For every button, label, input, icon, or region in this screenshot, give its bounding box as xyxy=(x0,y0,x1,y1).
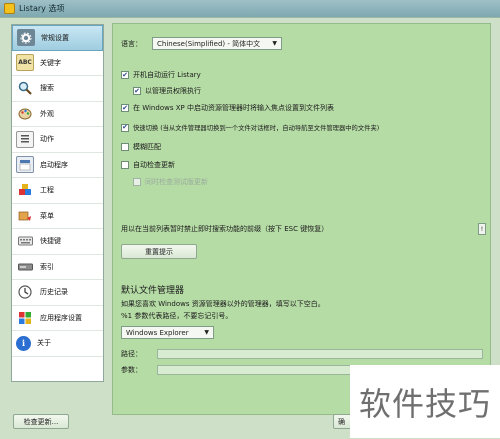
autostart-checkbox[interactable]: ✔ xyxy=(121,71,129,79)
sidebar-item-appearance[interactable]: 外观 xyxy=(12,102,103,127)
path-label: 路径： xyxy=(121,350,142,358)
fuzzy-match-checkbox[interactable] xyxy=(121,143,129,151)
file-manager-select-value: Windows Explorer xyxy=(126,328,189,337)
sidebar-item-label: 动作 xyxy=(40,135,54,144)
palette-icon xyxy=(16,105,34,122)
window-title: Listary 选项 xyxy=(19,4,65,13)
title-bar: Listary 选项 xyxy=(0,0,500,17)
sidebar-item-label: 关键字 xyxy=(40,58,61,67)
actions-icon xyxy=(16,130,34,148)
sidebar-item-keywords[interactable]: ABC 关键字 xyxy=(12,51,103,76)
run-as-admin-label: 以管理员权限执行 xyxy=(145,87,201,95)
sidebar-item-label: 工程 xyxy=(40,186,54,195)
sidebar-item-app-settings[interactable]: 应用程序设置 xyxy=(12,306,103,331)
abc-icon: ABC xyxy=(16,54,34,72)
file-manager-desc-1: 如果您喜欢 Windows 资源管理器以外的管理器，填写以下空白。 xyxy=(121,300,325,308)
fuzzy-match-label: 模糊匹配 xyxy=(133,143,161,151)
xp-focus-checkbox[interactable]: ✔ xyxy=(121,104,129,112)
sidebar-item-index[interactable]: 索引 xyxy=(12,255,103,280)
params-label: 参数： xyxy=(121,366,142,374)
chevron-down-icon: ▼ xyxy=(204,329,209,336)
beta-update-label: 同时检查测试版更新 xyxy=(145,178,208,186)
launcher-icon xyxy=(16,156,34,174)
reset-tips-button[interactable]: 重置提示 xyxy=(121,244,197,259)
sidebar-item-label: 历史记录 xyxy=(40,288,68,297)
language-value: Chinese(Simplified) - 简体中文 xyxy=(157,39,261,48)
sidebar-item-history[interactable]: 历史记录 xyxy=(12,280,103,306)
check-updates-button[interactable]: 检查更新... xyxy=(13,414,69,429)
keyboard-icon xyxy=(16,233,34,250)
auto-update-label: 自动检查更新 xyxy=(133,161,175,169)
sidebar-item-actions[interactable]: 动作 xyxy=(12,127,103,153)
blocks-icon xyxy=(16,182,34,199)
abc-icon-text: ABC xyxy=(18,59,32,67)
sidebar-item-projects[interactable]: 工程 xyxy=(12,178,103,204)
language-label: 语言： xyxy=(121,39,142,48)
sidebar-item-launcher[interactable]: 启动程序 xyxy=(12,153,103,178)
app-settings-icon xyxy=(16,309,34,326)
sidebar-item-menu[interactable]: 菜单 xyxy=(12,204,103,229)
chevron-down-icon: ▼ xyxy=(272,40,277,47)
run-as-admin-checkbox[interactable]: ✔ xyxy=(133,87,141,95)
path-input[interactable] xyxy=(157,349,483,359)
file-manager-section-title: 默认文件管理器 xyxy=(121,286,185,296)
quick-switch-checkbox[interactable]: ✔ xyxy=(121,123,129,132)
sidebar-item-label: 菜单 xyxy=(40,211,54,220)
disable-prefix-hint: 用以在当前列表暂时禁止即时搜索功能的前缀（按下 ESC 键恢复） xyxy=(121,225,329,233)
sidebar-item-label: 启动程序 xyxy=(40,160,68,169)
history-icon xyxy=(16,284,34,301)
general-settings-panel: 语言： Chinese(Simplified) - 简体中文 ▼ ✔ 开机自动运… xyxy=(112,23,491,415)
help-icon-text: ! xyxy=(480,225,484,233)
beta-update-checkbox[interactable] xyxy=(133,178,141,186)
sidebar-item-label: 外观 xyxy=(40,109,54,118)
file-manager-desc-2: %1 参数代表路径，不要忘记引号。 xyxy=(121,312,233,320)
autostart-label: 开机自动运行 Listary xyxy=(133,71,201,79)
menu-icon xyxy=(16,207,34,224)
sidebar-item-label: 索引 xyxy=(40,262,54,271)
index-icon xyxy=(16,258,34,275)
magnifier-icon xyxy=(16,80,34,97)
sidebar-item-label: 搜索 xyxy=(40,84,54,93)
help-icon[interactable]: ! xyxy=(478,223,486,235)
info-icon-text: i xyxy=(21,338,26,349)
sidebar-item-label: 常规设置 xyxy=(41,33,69,42)
sidebar-item-search[interactable]: 搜索 xyxy=(12,76,103,102)
language-select[interactable]: Chinese(Simplified) - 简体中文 ▼ xyxy=(152,37,282,50)
info-icon: i xyxy=(16,335,31,351)
sidebar-item-label: 快捷键 xyxy=(40,237,61,246)
sidebar-item-hotkeys[interactable]: 快捷键 xyxy=(12,229,103,255)
sidebar: 常规设置 ABC 关键字 搜索 外观 动作 启动程序 工程 菜单 快捷键 索引 … xyxy=(11,24,104,382)
sidebar-item-general[interactable]: 常规设置 xyxy=(12,25,103,51)
auto-update-checkbox[interactable] xyxy=(121,161,129,169)
gear-icon xyxy=(17,29,35,47)
xp-focus-label: 在 Windows XP 中启动资源管理器时将输入焦点设置到文件列表 xyxy=(133,104,334,112)
file-manager-select[interactable]: Windows Explorer ▼ xyxy=(121,326,214,339)
listary-logo-icon xyxy=(4,3,15,14)
quick-switch-label: 快速切换 (当从文件管理器切换到一个文件对话框时，自动导航至文件管理器中的文件夹… xyxy=(133,125,380,132)
sidebar-item-about[interactable]: i 关于 xyxy=(12,331,103,357)
sidebar-item-label: 应用程序设置 xyxy=(40,313,82,322)
sidebar-item-label: 关于 xyxy=(37,339,51,348)
watermark: 软件技巧 xyxy=(350,365,500,438)
